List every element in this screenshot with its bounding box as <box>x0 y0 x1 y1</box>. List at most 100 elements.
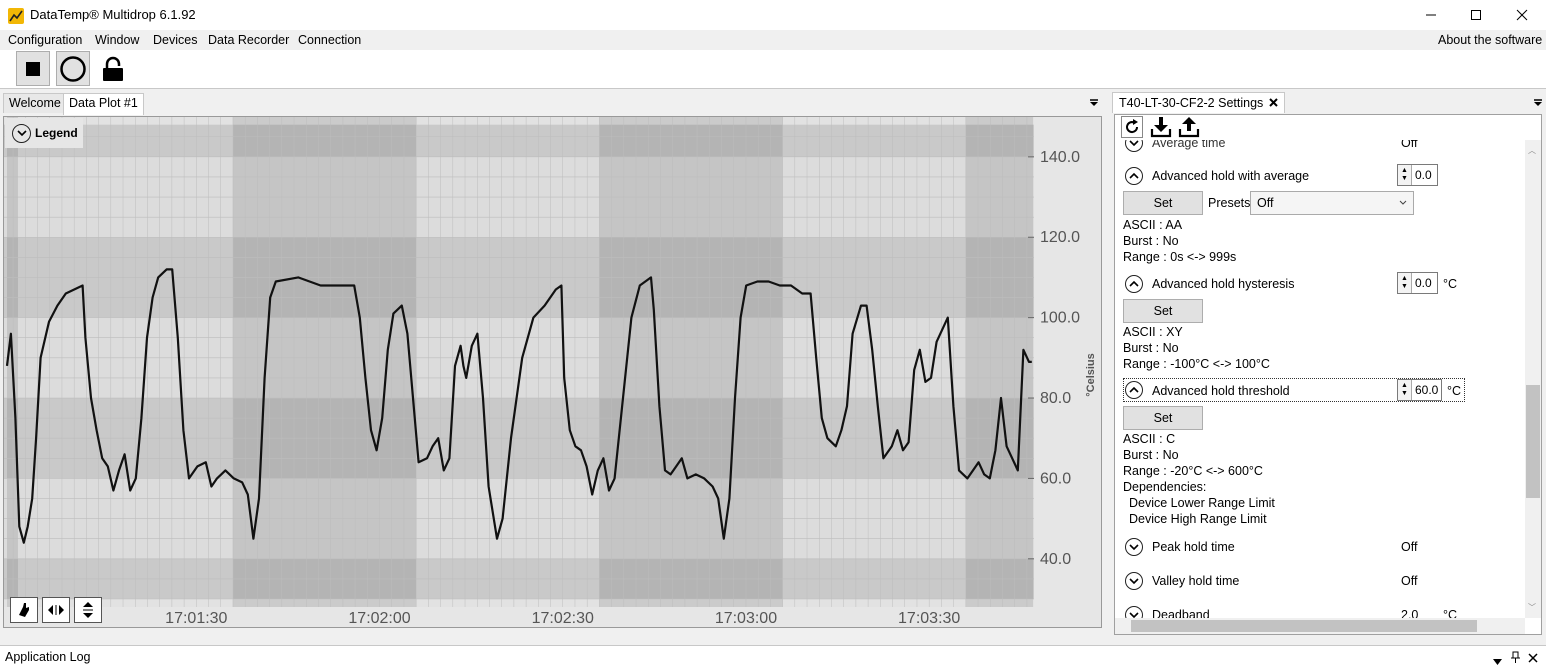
adv-avg-label: Advanced hold with average <box>1152 169 1310 183</box>
avg-time-label: Average time <box>1152 140 1226 150</box>
chevron-down-icon[interactable] <box>1125 606 1143 618</box>
toolbar <box>0 50 1546 89</box>
spinner-icon[interactable]: ▲ ▼ <box>1398 165 1412 185</box>
refresh-button[interactable] <box>1121 116 1143 138</box>
tab-welcome[interactable]: Welcome <box>3 93 67 113</box>
menu-window[interactable]: Window <box>95 33 139 47</box>
adv-thr-deps-label: Dependencies: <box>1123 480 1207 494</box>
horizontal-zoom-button[interactable] <box>42 597 70 623</box>
menu-devices[interactable]: Devices <box>153 33 197 47</box>
close-window-button[interactable] <box>1499 0 1545 30</box>
adv-thr-dep-lower: Device Lower Range Limit <box>1129 496 1275 510</box>
y-axis-label: °Celsius <box>1085 353 1097 397</box>
download-settings-button[interactable] <box>1149 115 1173 139</box>
menu-configuration[interactable]: Configuration <box>8 33 82 47</box>
spinner-icon[interactable]: ▲ ▼ <box>1398 273 1412 293</box>
temperature-chart[interactable]: 40.0 60.0 80.0 100.0 120.0 140.0 17:01:30 17:0… <box>4 117 1101 627</box>
window-title: DataTemp® Multidrop 6.1.92 <box>30 7 196 22</box>
horizontal-scrollbar[interactable] <box>1115 618 1525 634</box>
peak-label: Peak hold time <box>1152 540 1235 554</box>
chevron-up-icon[interactable] <box>1125 381 1143 399</box>
chevron-down-icon[interactable] <box>1125 572 1143 590</box>
download-icon <box>1150 117 1172 138</box>
vertical-scroll-thumb[interactable] <box>1526 385 1540 498</box>
x-band <box>232 117 417 627</box>
settings-pane: T40-LT-30-CF2-2 Settings Average time Of… <box>1110 91 1546 639</box>
x-tick-label: 17:03:00 <box>715 610 777 627</box>
horizontal-scroll-thumb[interactable] <box>1131 620 1477 632</box>
adv-hyst-unit: °C <box>1443 277 1458 291</box>
chevron-down-icon[interactable] <box>1125 538 1143 556</box>
menu-about[interactable]: About the software <box>1438 33 1542 47</box>
adv-thr-burst: Burst : No <box>1123 448 1179 462</box>
application-log-title: Application Log <box>5 650 91 664</box>
adv-thr-input[interactable]: ▲ ▼ 60.0 <box>1397 379 1442 401</box>
x-tick-label: 17:01:30 <box>165 610 227 627</box>
adv-hyst-input[interactable]: ▲ ▼ 0.0 <box>1397 272 1438 294</box>
y-tick-label: 60.0 <box>1040 470 1071 487</box>
close-log-icon[interactable] <box>1528 652 1538 666</box>
record-circle-icon <box>60 55 86 82</box>
settings-tab-title: T40-LT-30-CF2-2 Settings <box>1119 96 1264 110</box>
adv-thr-unit: °C <box>1447 384 1462 398</box>
title-bar: DataTemp® Multidrop 6.1.92 <box>0 0 1546 31</box>
adv-thr-ascii: ASCII : C <box>1123 432 1176 446</box>
stop-button[interactable] <box>16 51 50 86</box>
settings-panel: Average time Off Advanced hold with aver… <box>1114 114 1542 635</box>
adv-thr-set-button[interactable]: Set <box>1123 406 1203 430</box>
vertical-scrollbar[interactable]: ︿ ﹀ <box>1525 140 1541 618</box>
plot-pane: Welcome Data Plot #1 40.0 60.0 80.0 100.0 12… <box>0 91 1106 639</box>
x-tick-label: 17:03:30 <box>898 610 960 627</box>
close-tab-icon[interactable] <box>1269 96 1278 110</box>
avg-time-value: Off <box>1401 140 1418 150</box>
vertical-zoom-button[interactable] <box>74 597 102 623</box>
spinner-icon[interactable]: ▲ ▼ <box>1398 380 1412 400</box>
pan-tool-button[interactable] <box>10 597 38 623</box>
application-log-bar: Application Log <box>0 645 1546 670</box>
menu-connection[interactable]: Connection <box>298 33 361 47</box>
x-tick-label: 17:02:30 <box>532 610 594 627</box>
adv-thr-range: Range : -20°C <-> 600°C <box>1123 464 1263 478</box>
adv-hyst-ascii: ASCII : XY <box>1123 325 1183 339</box>
lock-button[interactable] <box>96 51 130 86</box>
presets-select[interactable]: Off <box>1250 191 1414 215</box>
app-logo-icon <box>8 8 24 24</box>
tab-menu-dropdown-icon[interactable] <box>1089 97 1099 111</box>
pan-icon <box>19 603 29 617</box>
adv-avg-range: Range : 0s <-> 999s <box>1123 250 1237 264</box>
adv-avg-set-button[interactable]: Set <box>1123 191 1203 215</box>
tab-data-plot[interactable]: Data Plot #1 <box>63 93 144 115</box>
deadband-label: Deadband <box>1152 608 1210 618</box>
adv-avg-input[interactable]: ▲ ▼ 0.0 <box>1397 164 1438 186</box>
refresh-icon <box>1126 119 1139 134</box>
adv-hyst-label: Advanced hold hysteresis <box>1152 277 1295 291</box>
adv-avg-ascii: ASCII : AA <box>1123 218 1183 232</box>
lock-icon <box>103 56 123 81</box>
menu-bar: Configuration Window Devices Data Record… <box>0 31 1546 50</box>
y-band <box>4 124 1034 157</box>
chevron-down-icon <box>12 123 31 143</box>
upload-settings-button[interactable] <box>1177 115 1201 139</box>
valley-label: Valley hold time <box>1152 574 1240 588</box>
tab-device-settings[interactable]: T40-LT-30-CF2-2 Settings <box>1112 92 1286 113</box>
presets-label: Presets <box>1208 196 1251 210</box>
chart-frame: 40.0 60.0 80.0 100.0 120.0 140.0 17:01:30 17:0… <box>3 116 1102 628</box>
y-tick-label: 120.0 <box>1040 229 1080 246</box>
chevron-up-icon[interactable] <box>1125 275 1143 293</box>
maximize-button[interactable] <box>1453 0 1499 30</box>
pin-icon[interactable] <box>1511 651 1520 666</box>
log-dropdown-icon[interactable] <box>1493 654 1502 668</box>
chevron-down-icon <box>1399 200 1407 205</box>
settings-scroll-area: Average time Off Advanced hold with aver… <box>1115 140 1525 618</box>
menu-data-recorder[interactable]: Data Recorder <box>208 33 289 47</box>
settings-menu-dropdown-icon[interactable] <box>1533 97 1543 111</box>
adv-hyst-set-button[interactable]: Set <box>1123 299 1203 323</box>
record-button[interactable] <box>56 51 90 86</box>
chevron-down-icon[interactable] <box>1125 140 1143 152</box>
vertical-resize-icon <box>83 602 93 618</box>
adv-avg-burst: Burst : No <box>1123 234 1179 248</box>
minimize-button[interactable] <box>1408 0 1454 30</box>
adv-thr-dep-high: Device High Range Limit <box>1129 512 1267 526</box>
chevron-up-icon[interactable] <box>1125 167 1143 185</box>
legend-toggle[interactable]: Legend <box>5 118 83 148</box>
